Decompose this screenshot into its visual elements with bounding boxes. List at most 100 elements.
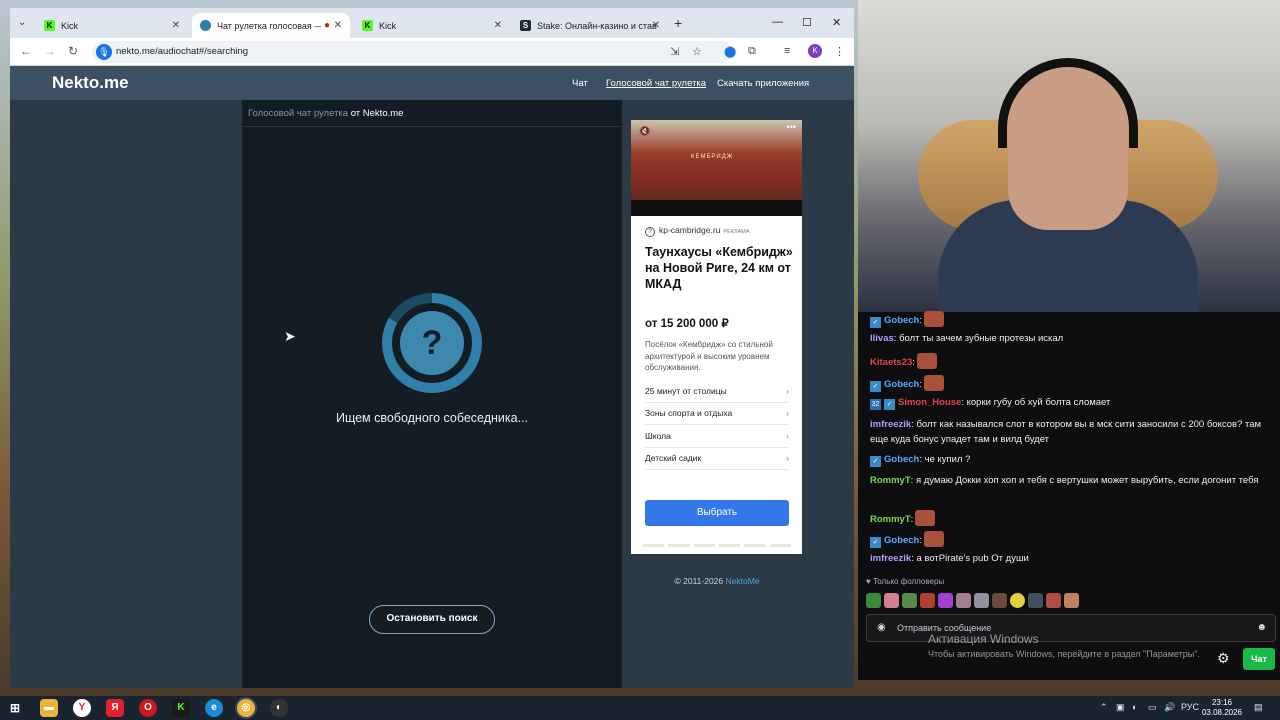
ad-price: от 15 200 000 ₽	[645, 318, 729, 330]
close-window-button[interactable]: ✕	[832, 16, 841, 29]
volume-icon[interactable]: 🔊	[1164, 702, 1175, 713]
network-icon[interactable]: ▭	[1148, 702, 1157, 713]
emote[interactable]	[938, 593, 953, 608]
url-text[interactable]: nekto.me/audiochat#/searching	[116, 46, 248, 57]
ad-card[interactable]: 🔇 ••• КЕМБРИДЖ ? kp-cambridge.ru РЕКЛАМА Т…	[631, 120, 802, 554]
reading-list-icon[interactable]: ≡	[784, 45, 790, 57]
close-tab-icon[interactable]: ✕	[172, 20, 180, 31]
emote[interactable]	[992, 593, 1007, 608]
ad-title[interactable]: Таунхаусы «Кембридж» на Новой Риге, 24 к…	[645, 244, 795, 292]
emote[interactable]	[974, 593, 989, 608]
emote-bar	[866, 593, 1079, 608]
extensions-icon[interactable]: ⧉	[748, 45, 756, 58]
emote[interactable]	[866, 593, 881, 608]
back-icon[interactable]: ←	[20, 44, 32, 58]
emote[interactable]	[1028, 593, 1043, 608]
ad-domain[interactable]: ? kp-cambridge.ru РЕКЛАМА	[645, 225, 750, 237]
chat-message: RommyT:	[870, 510, 1270, 528]
obs-icon[interactable]: ◐	[270, 699, 288, 717]
sub-badge-icon: 32	[870, 399, 881, 410]
emote[interactable]	[956, 593, 971, 608]
bookmark-star-icon[interactable]: ☆	[692, 45, 702, 58]
clock[interactable]: 23:16 03.08.2026	[1200, 698, 1244, 718]
ad-row[interactable]: Школа ›	[645, 426, 789, 448]
ad-row[interactable]: 25 минут от столицы ›	[645, 381, 789, 403]
ad-sidebar: 🔇 ••• КЕМБРИДЖ ? kp-cambridge.ru РЕКЛАМА Т…	[622, 100, 854, 688]
ad-row[interactable]: Зоны спорта и отдыха ›	[645, 403, 789, 425]
reload-icon[interactable]: ↻	[68, 44, 78, 58]
emote[interactable]	[1046, 593, 1061, 608]
divider	[242, 126, 622, 127]
nav-chat[interactable]: Чат	[572, 78, 588, 89]
emote[interactable]	[884, 593, 899, 608]
breadcrumb-link[interactable]: Голосовой чат рулетка	[248, 108, 348, 119]
language-indicator[interactable]: РУС	[1181, 702, 1199, 712]
ad-cta-button[interactable]: Выбрать	[645, 500, 789, 526]
tab-title: Kick	[379, 20, 397, 31]
followers-only-notice: ♥ Только фолловеры	[866, 577, 945, 586]
tray-app-icon[interactable]: ◐	[1132, 702, 1137, 712]
tray-chevron-icon[interactable]: ⌃	[1100, 702, 1108, 713]
translate-icon[interactable]: ⬤	[724, 45, 736, 58]
ad-image[interactable]: 🔇 ••• КЕМБРИДЖ	[631, 120, 802, 216]
install-app-icon[interactable]: ⇲	[670, 45, 679, 58]
chevron-right-icon: ›	[786, 453, 789, 463]
chrome-icon[interactable]: ◎	[237, 699, 255, 717]
stop-search-button[interactable]: Остановить поиск	[369, 605, 495, 634]
forward-icon[interactable]: →	[44, 44, 56, 58]
close-tab-icon[interactable]: ✕	[334, 20, 342, 31]
opera-icon[interactable]: O	[139, 699, 157, 717]
emote	[916, 353, 937, 369]
maximize-button[interactable]: ☐	[802, 16, 812, 29]
stake-icon: S	[520, 20, 531, 31]
tab-nekto[interactable]: Чат рулетка голосовая — ● ✕	[192, 13, 350, 38]
minimize-button[interactable]: —	[772, 16, 783, 28]
new-tab-button[interactable]: +	[674, 15, 682, 31]
chat-message: imfreezik: болт как назывался слот в кот…	[870, 419, 1262, 445]
emote[interactable]	[902, 593, 917, 608]
yandex-browser-icon[interactable]: Y	[73, 699, 91, 717]
file-explorer-icon[interactable]: ▬	[40, 699, 58, 717]
tab-kick-1[interactable]: K Kick ✕	[36, 13, 188, 38]
start-icon[interactable]: ⊞	[6, 699, 24, 717]
microphone-icon[interactable]: 🎙	[96, 44, 112, 60]
emote[interactable]	[1064, 593, 1079, 608]
emoji-icon[interactable]: ☻	[1256, 622, 1267, 633]
menu-icon[interactable]: ⋮	[834, 45, 845, 58]
profile-avatar[interactable]: K	[808, 44, 822, 58]
tab-search-icon[interactable]: ⌄	[18, 17, 26, 28]
copyright-link[interactable]: NektoMe	[726, 576, 760, 586]
chat-message: ✓ Gobech:	[870, 531, 1270, 549]
tab-stake[interactable]: S Stake: Онлайн-казино и ставки ✕	[512, 13, 668, 38]
tray-app-icon[interactable]: ▣	[1116, 702, 1125, 713]
emote	[924, 531, 945, 547]
close-tab-icon[interactable]: ✕	[652, 20, 660, 31]
verified-badge-icon: ✓	[870, 537, 881, 548]
search-spinner: ?	[382, 293, 482, 393]
notification-icon[interactable]: ▤	[1254, 702, 1263, 713]
tab-kick-2[interactable]: K Kick ✕	[354, 13, 510, 38]
nav-voice-chat[interactable]: Голосовой чат рулетка	[606, 78, 706, 89]
emote[interactable]	[920, 593, 935, 608]
kick-app-icon[interactable]: K	[172, 699, 190, 717]
close-tab-icon[interactable]: ✕	[494, 20, 502, 31]
site-logo[interactable]: Nekto.me	[52, 73, 129, 93]
edge-icon[interactable]: e	[205, 699, 223, 717]
gear-icon[interactable]: ⚙	[1217, 650, 1230, 667]
yandex-icon[interactable]: Я	[106, 699, 124, 717]
chat-message: Kitaets23:	[870, 353, 1270, 371]
tab-title: Stake: Онлайн-казино и ставки	[537, 20, 657, 31]
nekto-icon	[200, 20, 211, 31]
ad-row[interactable]: Детский садик ›	[645, 448, 789, 470]
more-options-icon[interactable]: •••	[787, 122, 796, 132]
chat-message: ✓ Gobech: че купил ?	[870, 453, 1270, 468]
nav-download-apps[interactable]: Скачать приложения	[717, 78, 809, 89]
emote[interactable]	[1010, 593, 1025, 608]
send-chat-button[interactable]: Чат	[1243, 648, 1275, 670]
search-status: Ищем свободного собеседника...	[335, 411, 529, 425]
chat-settings-icon[interactable]: ◉	[877, 622, 886, 633]
emote	[915, 510, 936, 526]
address-bar[interactable]: 🎙 nekto.me/audiochat#/searching	[92, 41, 732, 63]
mute-icon[interactable]: 🔇	[639, 126, 650, 137]
question-icon: ?	[400, 311, 464, 375]
